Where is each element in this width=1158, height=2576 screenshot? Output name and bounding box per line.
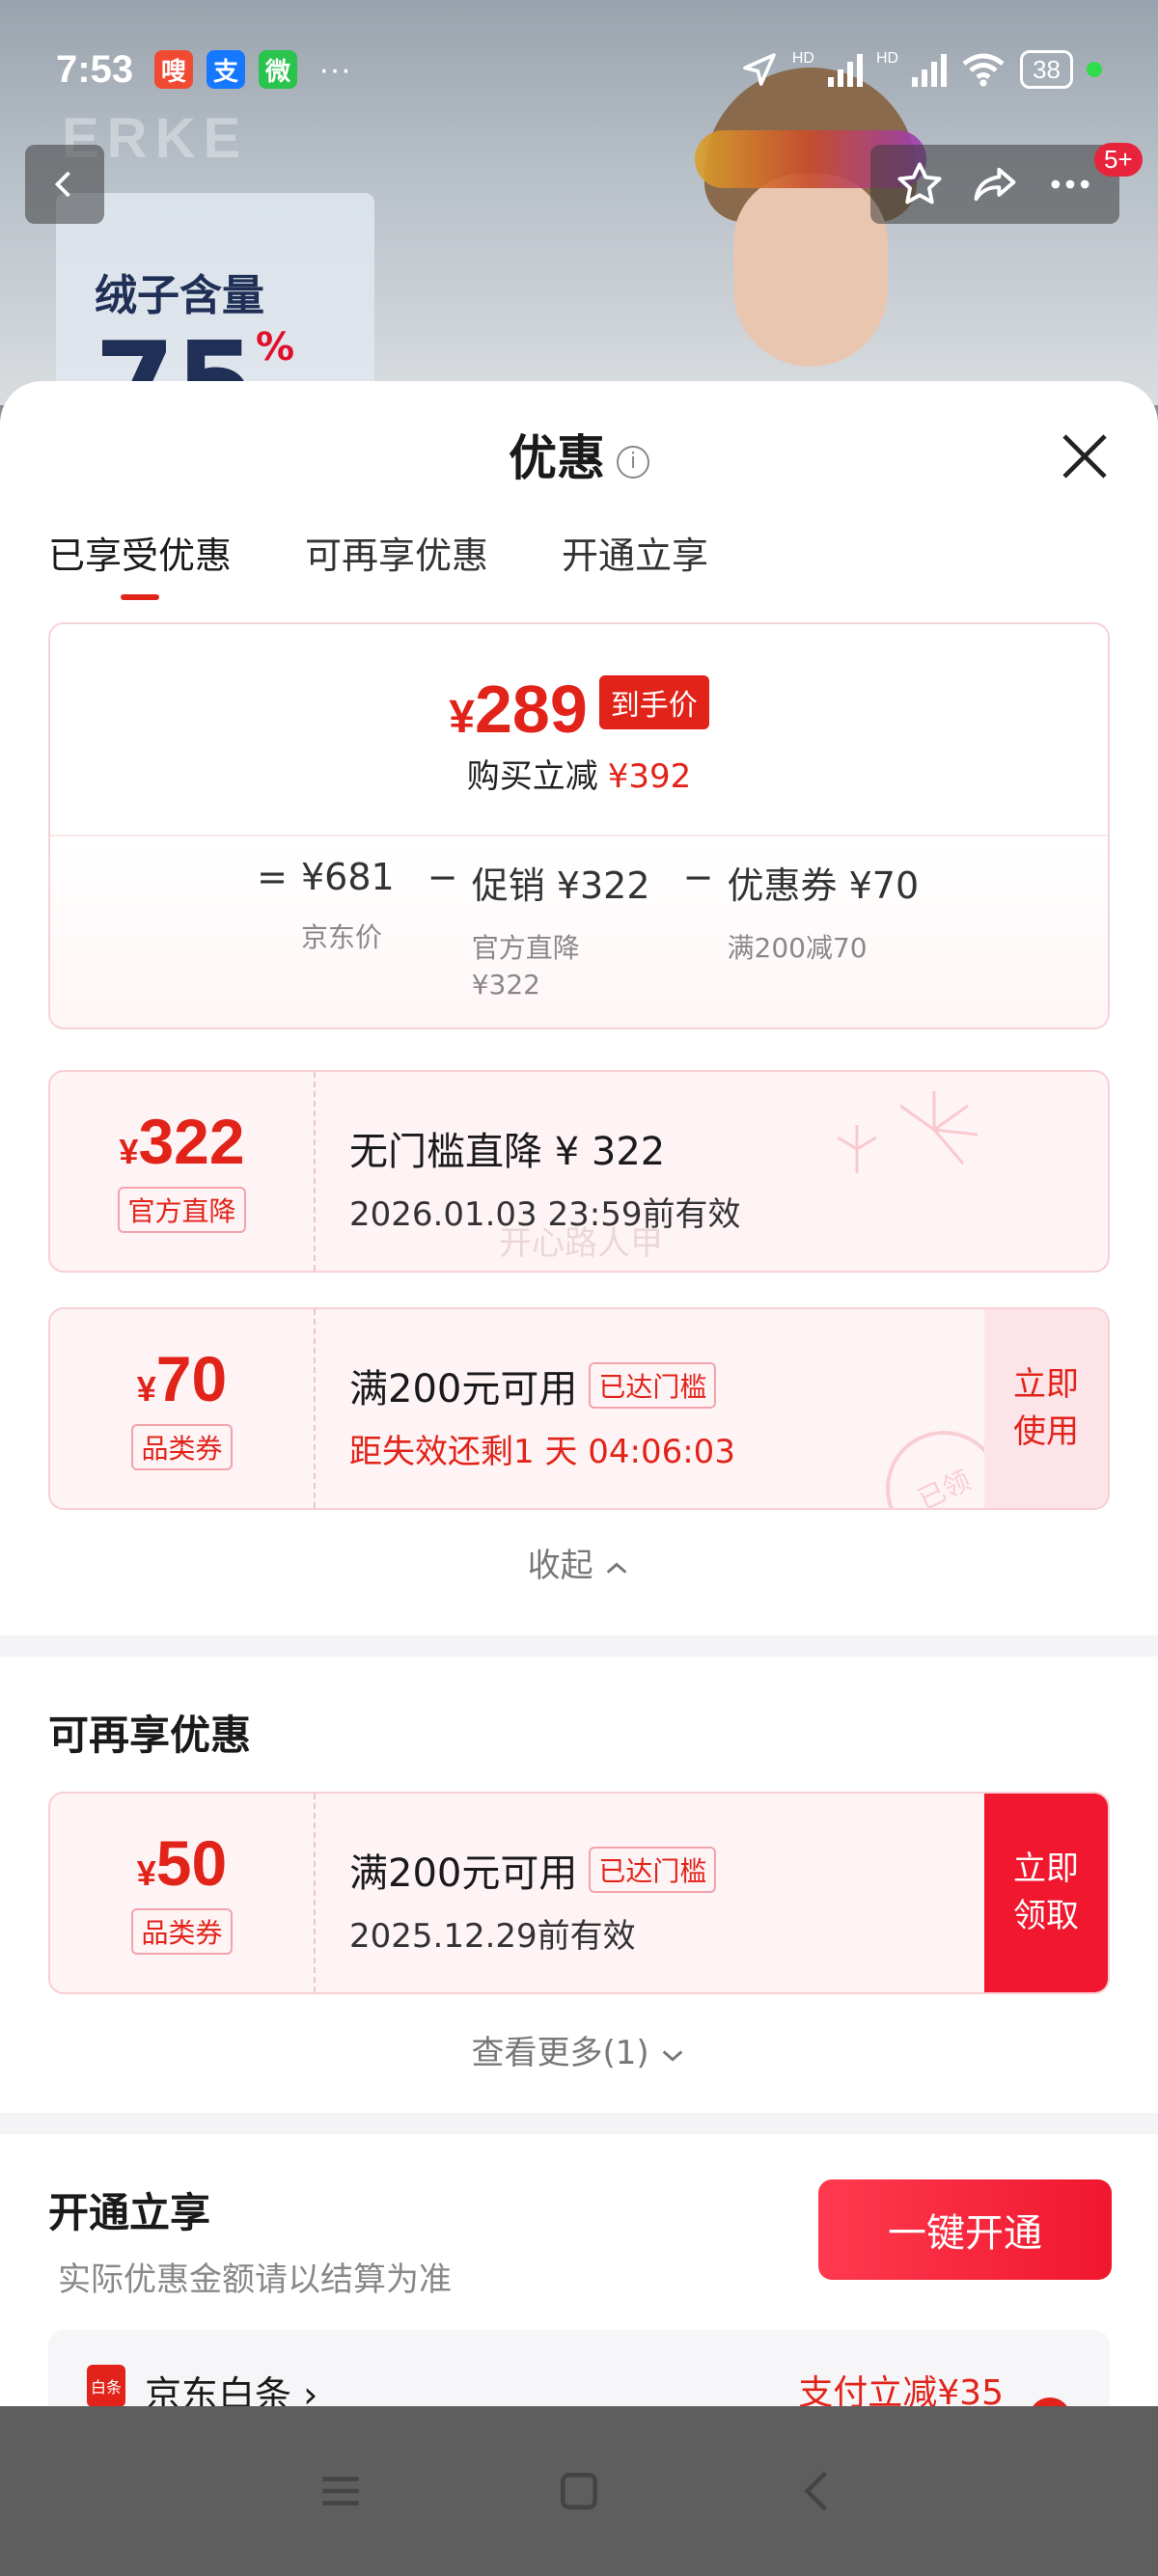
header-actions	[870, 145, 1119, 224]
formula-term-list-price: ¥681 京东价	[301, 856, 395, 953]
chevron-down-icon	[663, 2049, 683, 2062]
coupon-type-tag: 品类券	[131, 1908, 233, 1955]
baitiao-name: 京东白条 ›	[145, 2373, 318, 2407]
coupon-claimable: ¥50 品类券 满200元可用 已达门槛 2025.12.29前有效 立即 领取	[48, 1792, 1110, 1994]
coupon-direct-discount: ¥322 官方直降 无门槛直降 ¥ 322 2026.01.03 23:59前有…	[48, 1070, 1110, 1273]
system-back-icon[interactable]	[793, 2467, 841, 2515]
coupon-amount: ¥50	[136, 1827, 228, 1899]
wechat-icon: 微	[259, 50, 298, 89]
message-count-badge: 5+	[1094, 143, 1143, 177]
coupon-title: 满200元可用 已达门槛	[349, 1357, 735, 1413]
more-notifications-icon: ···	[318, 50, 352, 88]
tab-enjoyed-offers[interactable]: 已享受优惠	[48, 526, 232, 600]
camera-indicator-dot	[1087, 62, 1102, 77]
coupon-title: 无门槛直降 ¥ 322	[349, 1130, 666, 1174]
promo-line: 绒子含量	[95, 271, 264, 320]
section-title-more-offers: 可再享优惠	[48, 1712, 252, 1759]
coupon-countdown: 距失效还剩1 天 04:06:03	[349, 1433, 735, 1471]
final-price-tag: 到手价	[598, 675, 709, 729]
tab-more-offers[interactable]: 可再享优惠	[305, 526, 488, 600]
final-price: ¥289 到手价	[50, 671, 1108, 748]
share-icon[interactable]	[970, 159, 1020, 209]
user-watermark: 开心路人甲	[499, 1224, 663, 1263]
app-red-icon: 嗖	[154, 50, 194, 89]
recent-apps-icon[interactable]	[317, 2467, 365, 2515]
saved-amount: 购买立减 ¥392	[466, 757, 692, 796]
signal-icon-2	[912, 52, 948, 87]
price-formula: = ¥681 京东价 − 促销 ¥322 官方直降 ¥322 − 优惠券 ¥70 满2…	[243, 856, 938, 1003]
formula-term-coupon: 优惠券 ¥70 满200减70	[727, 864, 920, 964]
wifi-icon	[962, 53, 1005, 87]
formula-term-promotion: 促销 ¥322 官方直降 ¥322	[471, 864, 650, 1000]
threshold-met-chip: 已达门槛	[589, 1847, 717, 1893]
offers-sheet: 优惠 i 已享受优惠 可再享优惠 开通立享 ¥289 到手价 购买立减 ¥392 = …	[0, 381, 1158, 2407]
firework-decoration-icon	[837, 1091, 979, 1173]
signal-icon	[827, 52, 863, 87]
baitiao-icon: 白条	[87, 2365, 125, 2407]
tab-open-to-enjoy[interactable]: 开通立享	[562, 526, 708, 600]
location-icon	[743, 53, 776, 86]
sheet-title: 优惠 i	[0, 420, 1158, 489]
threshold-met-chip: 已达门槛	[589, 1362, 717, 1409]
baitiao-offer-row[interactable]: 白条 京东白条 › 支付立减¥35	[48, 2330, 1110, 2407]
back-button[interactable]	[25, 145, 104, 224]
claim-now-button[interactable]: 立即 领取	[984, 1794, 1108, 1992]
coupon-type-tag: 品类券	[131, 1424, 233, 1470]
chevron-left-icon	[54, 171, 70, 198]
offer-tabs: 已享受优惠 可再享优惠 开通立享	[48, 526, 708, 600]
system-nav-bar	[0, 2406, 1158, 2576]
home-icon[interactable]	[555, 2467, 603, 2515]
chevron-up-icon	[607, 1562, 627, 1574]
more-icon[interactable]	[1045, 159, 1095, 209]
baitiao-offer: 支付立减¥35	[798, 2373, 1004, 2407]
coupon-category: ¥70 品类券 满200元可用 已达门槛 距失效还剩1 天 04:06:03 已领…	[48, 1307, 1110, 1510]
collapse-button[interactable]: 收起	[0, 1539, 1158, 1586]
battery-icon: 38	[1020, 50, 1073, 89]
status-time: 7:53	[56, 47, 134, 91]
info-icon[interactable]: i	[617, 445, 649, 479]
section-title-open-to-enjoy: 开通立享	[48, 2189, 211, 2236]
coupon-amount: ¥322	[119, 1106, 245, 1177]
star-icon[interactable]	[895, 159, 945, 209]
coupon-validity: 2025.12.29前有效	[349, 1917, 636, 1956]
status-bar: 7:53 嗖 支 微 ··· HD HD 38	[0, 29, 1158, 110]
open-section-subtitle: 实际优惠金额请以结算为准	[58, 2261, 452, 2299]
price-summary-card: ¥289 到手价 购买立减 ¥392 = ¥681 京东价 − 促销 ¥322 官方直降…	[48, 622, 1110, 1029]
use-now-button[interactable]: 立即 使用	[984, 1309, 1108, 1508]
coupon-type-tag: 官方直降	[118, 1187, 246, 1233]
coupon-title: 满200元可用 已达门槛	[349, 1842, 717, 1898]
promo-badge: 绒子含量 75%	[56, 193, 374, 405]
alipay-icon: 支	[207, 50, 246, 89]
coupon-amount: ¥70	[136, 1343, 228, 1414]
one-click-open-button[interactable]: 一键开通	[818, 2179, 1112, 2280]
status-indicators: HD HD 38	[740, 50, 1102, 89]
close-icon[interactable]	[1058, 429, 1112, 483]
see-more-button[interactable]: 查看更多(1)	[0, 2026, 1158, 2073]
